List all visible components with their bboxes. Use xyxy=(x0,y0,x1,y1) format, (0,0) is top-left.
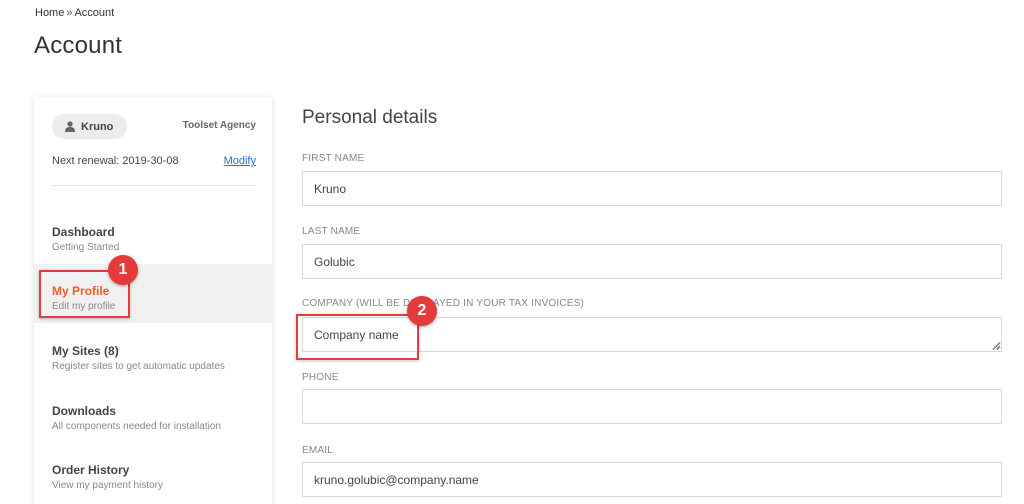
modify-link[interactable]: Modify xyxy=(224,155,256,167)
first-name-label: FIRST NAME xyxy=(302,153,365,164)
email-label: EMAIL xyxy=(302,445,334,456)
last-name-field[interactable] xyxy=(302,244,1002,279)
breadcrumb: Home» Account xyxy=(35,7,114,19)
sidebar-item-subtitle: View my payment history xyxy=(52,480,163,491)
sidebar-item-title: Dashboard xyxy=(52,225,115,239)
company-label: COMPANY (WILL BE DISPLAYED IN YOUR TAX I… xyxy=(302,298,585,309)
sidebar-item-title: Downloads xyxy=(52,404,117,418)
callout-badge-1: 1 xyxy=(108,255,138,285)
sidebar-item-dashboard[interactable]: Dashboard Getting Started xyxy=(34,205,272,264)
resize-grip-icon[interactable] xyxy=(992,341,1000,349)
renewal-row: Next renewal: 2019-30-08 Modify xyxy=(52,155,256,167)
callout-box-2 xyxy=(296,314,419,360)
callout-badge-2: 2 xyxy=(407,296,437,326)
sidebar-item-title: Order History xyxy=(52,463,130,477)
renewal-label: Next renewal: 2019-30-08 xyxy=(52,155,179,167)
email-field[interactable] xyxy=(302,462,1002,497)
user-chip[interactable]: Kruno xyxy=(52,114,127,139)
breadcrumb-separator: » xyxy=(66,7,73,19)
phone-field[interactable] xyxy=(302,389,1002,424)
phone-label: PHONE xyxy=(302,372,339,383)
user-icon xyxy=(65,121,75,132)
sidebar-item-subtitle: Getting Started xyxy=(52,242,120,253)
last-name-label: LAST NAME xyxy=(302,226,361,237)
agency-name: Toolset Agency xyxy=(182,120,256,131)
sidebar-item-subtitle: All components needed for installation xyxy=(52,421,221,432)
user-name: Kruno xyxy=(81,120,114,133)
breadcrumb-home-link[interactable]: Home xyxy=(35,7,64,19)
first-name-field[interactable] xyxy=(302,171,1002,206)
user-row: Kruno Toolset Agency xyxy=(52,114,256,140)
page-title: Account xyxy=(34,32,123,59)
section-title: Personal details xyxy=(302,107,438,128)
sidebar-item-downloads[interactable]: Downloads All components needed for inst… xyxy=(34,384,272,443)
sidebar-item-my-sites[interactable]: My Sites (8) Register sites to get autom… xyxy=(34,324,272,383)
sidebar-item-subtitle: Register sites to get automatic updates xyxy=(52,361,225,372)
sidebar-item-order-history[interactable]: Order History View my payment history xyxy=(34,443,272,502)
breadcrumb-current: Account xyxy=(74,7,115,19)
sidebar-item-title: My Sites (8) xyxy=(52,344,119,358)
sidebar-divider xyxy=(52,185,255,186)
